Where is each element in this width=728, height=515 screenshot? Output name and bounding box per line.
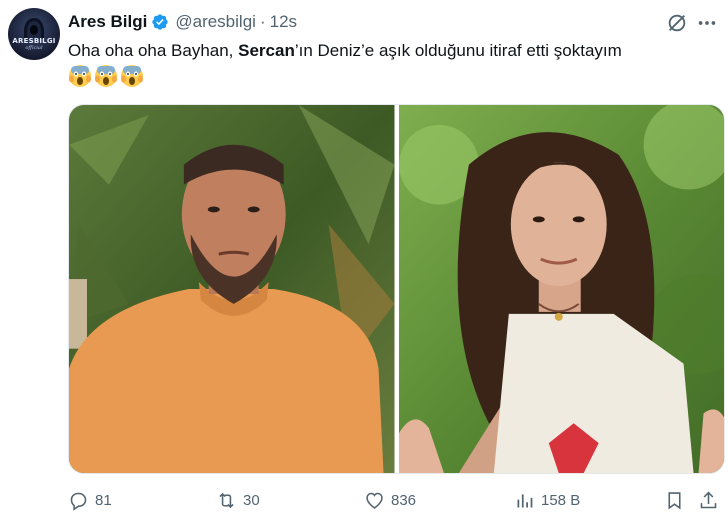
- screaming-face-emoji: [69, 65, 91, 87]
- bookmark-icon: [668, 492, 681, 510]
- separator-dot: ·: [259, 12, 266, 31]
- author-name[interactable]: Ares Bilgi: [68, 12, 147, 32]
- views-count: 158 B: [541, 492, 581, 509]
- views-button[interactable]: 158 B: [514, 490, 580, 511]
- screaming-face-emoji: [95, 65, 117, 87]
- woman-in-white-tank-top-photo[interactable]: [398, 105, 724, 473]
- tweet-text-after: ’ın Deniz’e aşık olduğunu itiraf etti şo…: [294, 41, 622, 60]
- tweet-text: Oha oha oha Bayhan, Sercan’ın Deniz’e aş…: [68, 40, 718, 62]
- hooded-figure-icon: [24, 18, 44, 39]
- screaming-face-emoji: [121, 65, 143, 87]
- reply-icon: [70, 492, 87, 511]
- like-button[interactable]: 836: [364, 490, 416, 511]
- reply-button[interactable]: 81: [68, 490, 112, 511]
- verified-badge-icon: [152, 14, 169, 30]
- retweet-count: 30: [243, 492, 260, 509]
- man-in-orange-sweater-photo[interactable]: [69, 105, 395, 473]
- emoji-row: [68, 64, 144, 88]
- share-button[interactable]: [698, 490, 719, 511]
- avatar[interactable]: ARESBILGI official: [8, 8, 60, 60]
- views-chart-icon: [517, 494, 533, 508]
- tweet-header: Ares Bilgi @aresbilgi · 12s: [68, 10, 718, 34]
- retweet-icon: [219, 492, 234, 509]
- heart-icon: [366, 492, 383, 509]
- media-grid: [68, 104, 725, 474]
- reply-count: 81: [95, 492, 112, 509]
- more-options-icon[interactable]: [696, 12, 718, 34]
- grok-icon[interactable]: [666, 12, 688, 34]
- retweet-button[interactable]: 30: [216, 490, 260, 511]
- action-bar: 81 30 836 158 B: [68, 490, 718, 514]
- like-count: 836: [391, 492, 417, 509]
- timestamp[interactable]: 12s: [270, 12, 297, 32]
- tweet-text-before: Oha oha oha Bayhan,: [68, 41, 239, 60]
- share-icon: [700, 491, 717, 509]
- author-handle[interactable]: @aresbilgi: [175, 12, 256, 32]
- tweet-text-bold: Sercan: [238, 41, 295, 60]
- avatar-logo-subtext: official: [25, 45, 43, 51]
- bookmark-button[interactable]: [664, 490, 685, 511]
- avatar-logo-text: ARESBILGI: [12, 37, 56, 45]
